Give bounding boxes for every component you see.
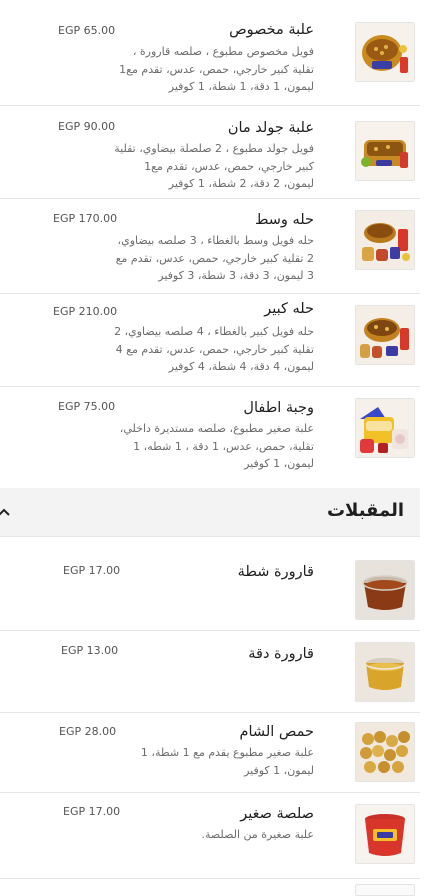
item-image[interactable]	[355, 305, 415, 365]
item-price: EGP 65.00	[58, 24, 116, 37]
item-price: EGP 170.00	[53, 212, 118, 225]
item-image[interactable]	[355, 210, 415, 270]
item-description: علبة صغيرة من الصلصة.	[201, 828, 315, 841]
item-image[interactable]	[355, 804, 415, 864]
item-title: علبة مخصوص	[229, 22, 314, 38]
item-price: EGP 210.00	[53, 305, 118, 318]
item-price: EGP 28.00	[59, 725, 117, 738]
item-image[interactable]	[355, 22, 415, 82]
section-title: المقبلات	[326, 500, 404, 521]
menu-item[interactable]: حمص الشام علبة صغير مطبوع يقدم مع 1 شطة،…	[0, 712, 420, 793]
item-title: صلصة صغير	[240, 806, 314, 822]
item-image[interactable]	[355, 121, 415, 181]
menu-item[interactable]: قارورة شطة EGP 17.00	[0, 546, 420, 631]
item-price: EGP 75.00	[58, 400, 116, 413]
item-title: قارورة شطة	[237, 564, 314, 580]
chevron-up-icon[interactable]	[0, 502, 10, 521]
menu-item[interactable]: صلصة صغير علبة صغيرة من الصلصة. EGP 17.0…	[0, 792, 420, 879]
item-title: حله وسط	[254, 212, 314, 228]
item-description: علبة صغير مطبوع يقدم مع 1 شطة، 1 ليمون، …	[140, 746, 314, 777]
item-image[interactable]	[355, 884, 415, 896]
item-description: فويل جولد مطبوع ، 2 صلصلة بيضاوي، تقلية …	[114, 142, 314, 190]
menu-item[interactable]: قارورة دقة EGP 13.00	[0, 630, 420, 713]
item-image[interactable]	[355, 722, 415, 782]
item-price: EGP 17.00	[63, 805, 121, 818]
item-price: EGP 17.00	[63, 564, 121, 577]
scroll-rail	[420, 0, 439, 887]
item-image[interactable]	[355, 398, 415, 458]
menu-item[interactable]: علبة مخصوص فويل مخصوص مطبوع ، صلصه قارور…	[0, 0, 420, 106]
section-header[interactable]: المقبلات	[0, 488, 420, 537]
item-description: فويل مخصوص مطبوع ، صلصه قارورة ، تقلية ك…	[119, 45, 314, 93]
item-price: EGP 13.00	[61, 644, 119, 657]
menu-item[interactable]: حله وسط حله فويل وسط بالغطاء ، 3 صلصه بي…	[0, 198, 420, 294]
menu-item[interactable]	[0, 878, 420, 896]
item-title: حله كبير	[264, 301, 314, 317]
menu-item[interactable]: حله كبير حله فويل كبير بالغطاء ، 4 صلصه …	[0, 293, 420, 387]
menu-item[interactable]: علبة جولد مان فويل جولد مطبوع ، 2 صلصلة …	[0, 105, 420, 199]
item-description: حله فويل كبير بالغطاء ، 4 صلصه بيضاوي، 2…	[114, 325, 314, 373]
item-title: حمص الشام	[239, 724, 315, 740]
item-image[interactable]	[355, 642, 415, 702]
item-price: EGP 90.00	[58, 120, 116, 133]
item-description: علبة صغير مطبوع، صلصه مستديرة داخلي، تقل…	[119, 422, 314, 470]
item-description: حله فويل وسط بالغطاء ، 3 صلصه بيضاوي، 2 …	[115, 234, 314, 282]
item-title: قارورة دقة	[248, 646, 314, 662]
item-title: علبة جولد مان	[227, 120, 314, 136]
item-title: وجبة اطفال	[243, 400, 314, 416]
menu-item[interactable]: وجبة اطفال علبة صغير مطبوع، صلصه مستديرة…	[0, 386, 420, 489]
item-image[interactable]	[355, 560, 415, 620]
